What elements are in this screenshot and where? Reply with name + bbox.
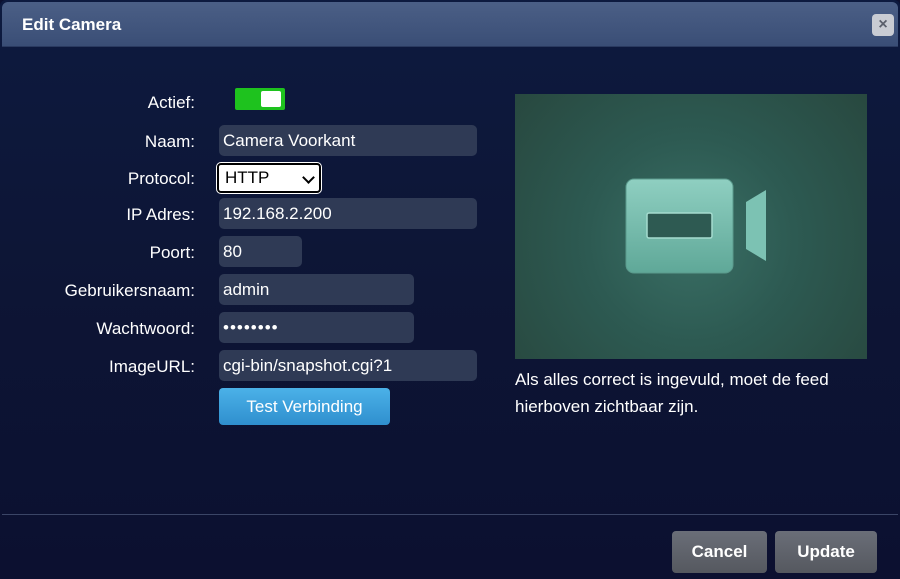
edit-camera-dialog: Edit Camera × Actief: Naam: Protocol: IP… [0,0,900,579]
test-connection-button[interactable]: Test Verbinding [219,388,390,425]
active-toggle[interactable] [235,88,285,110]
cancel-button[interactable]: Cancel [672,531,767,573]
password-input[interactable]: •••••••• [219,312,414,343]
ip-address-input[interactable]: 192.168.2.200 [219,198,477,229]
image-url-label: ImageURL: [109,357,195,376]
port-input[interactable]: 80 [219,236,302,267]
close-icon[interactable]: × [872,14,894,36]
port-label: Poort: [149,243,195,262]
footer-divider [2,514,898,515]
preview-help-text: Als alles correct is ingevuld, moet de f… [515,370,829,416]
name-label: Naam: [144,132,195,151]
chevron-down-icon [302,171,315,184]
video-camera-icon [625,178,766,274]
dialog-titlebar[interactable]: Edit Camera × [2,2,898,47]
protocol-label: Protocol: [127,169,195,188]
username-input[interactable]: admin [219,274,414,305]
active-label: Actief: [147,93,195,112]
toggle-knob [261,91,281,107]
camera-preview [515,94,867,359]
username-label: Gebruikersnaam: [64,281,195,300]
dialog-title: Edit Camera [22,15,122,34]
update-button[interactable]: Update [775,531,877,573]
password-label: Wachtwoord: [96,319,195,338]
protocol-select[interactable]: HTTP [216,162,322,194]
protocol-selected-value: HTTP [225,168,270,187]
ip-address-label: IP Adres: [126,205,195,224]
name-input[interactable]: Camera Voorkant [219,125,477,156]
image-url-input[interactable]: cgi-bin/snapshot.cgi?1 [219,350,477,381]
